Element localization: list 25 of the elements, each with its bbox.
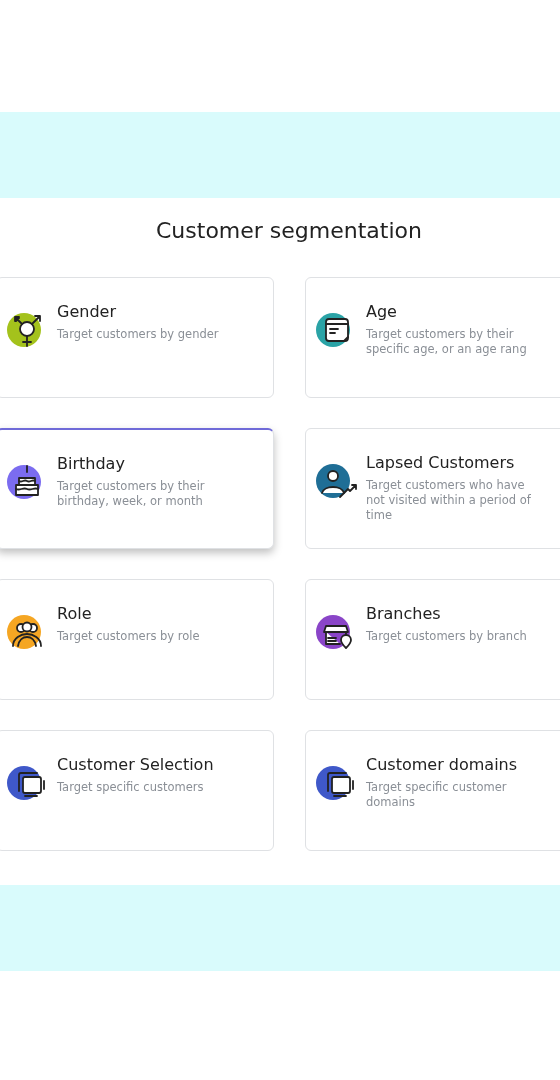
card-title: Age <box>366 302 398 321</box>
card-description: Target specific customers <box>57 780 205 795</box>
card-description: Target customers who have not visited within a period of time <box>366 478 532 523</box>
segment-card[interactable]: Gender Target customers by gender <box>0 277 274 398</box>
page-title: Customer segmentation <box>155 218 423 243</box>
card-description: Target customers by their specific age, or an age rang <box>366 327 528 357</box>
segment-card[interactable]: Birthday Target customers by their birthday, week, or month <box>0 428 274 549</box>
card-description: Target customers by their birthday, week, or month <box>57 479 206 509</box>
segment-card[interactable]: Role Target customers by role <box>0 579 274 700</box>
card-title: Branches <box>366 604 442 623</box>
segment-card[interactable]: Customer domains Target specific customer domains <box>305 730 560 851</box>
card-description: Target customers by gender <box>57 327 219 342</box>
card-description: Target customers by role <box>57 629 200 644</box>
segment-card[interactable]: Age Target customers by their specific age, or an age rang <box>305 277 560 398</box>
card-title: Customer Selection <box>57 755 214 774</box>
card-title: Birthday <box>57 454 126 473</box>
card-title: Customer domains <box>366 755 519 774</box>
segment-card[interactable]: Branches Target customers by branch <box>305 579 560 700</box>
segment-card[interactable]: Lapsed Customers Target customers who have not visited within a period of time <box>305 428 560 549</box>
card-title: Gender <box>57 302 117 321</box>
card-description: Target specific customer domains <box>366 780 508 810</box>
card-description: Target customers by branch <box>366 629 527 644</box>
segment-card[interactable]: Customer Selection Target specific customers <box>0 730 274 851</box>
card-title: Role <box>57 604 93 623</box>
card-title: Lapsed Customers <box>366 453 516 472</box>
